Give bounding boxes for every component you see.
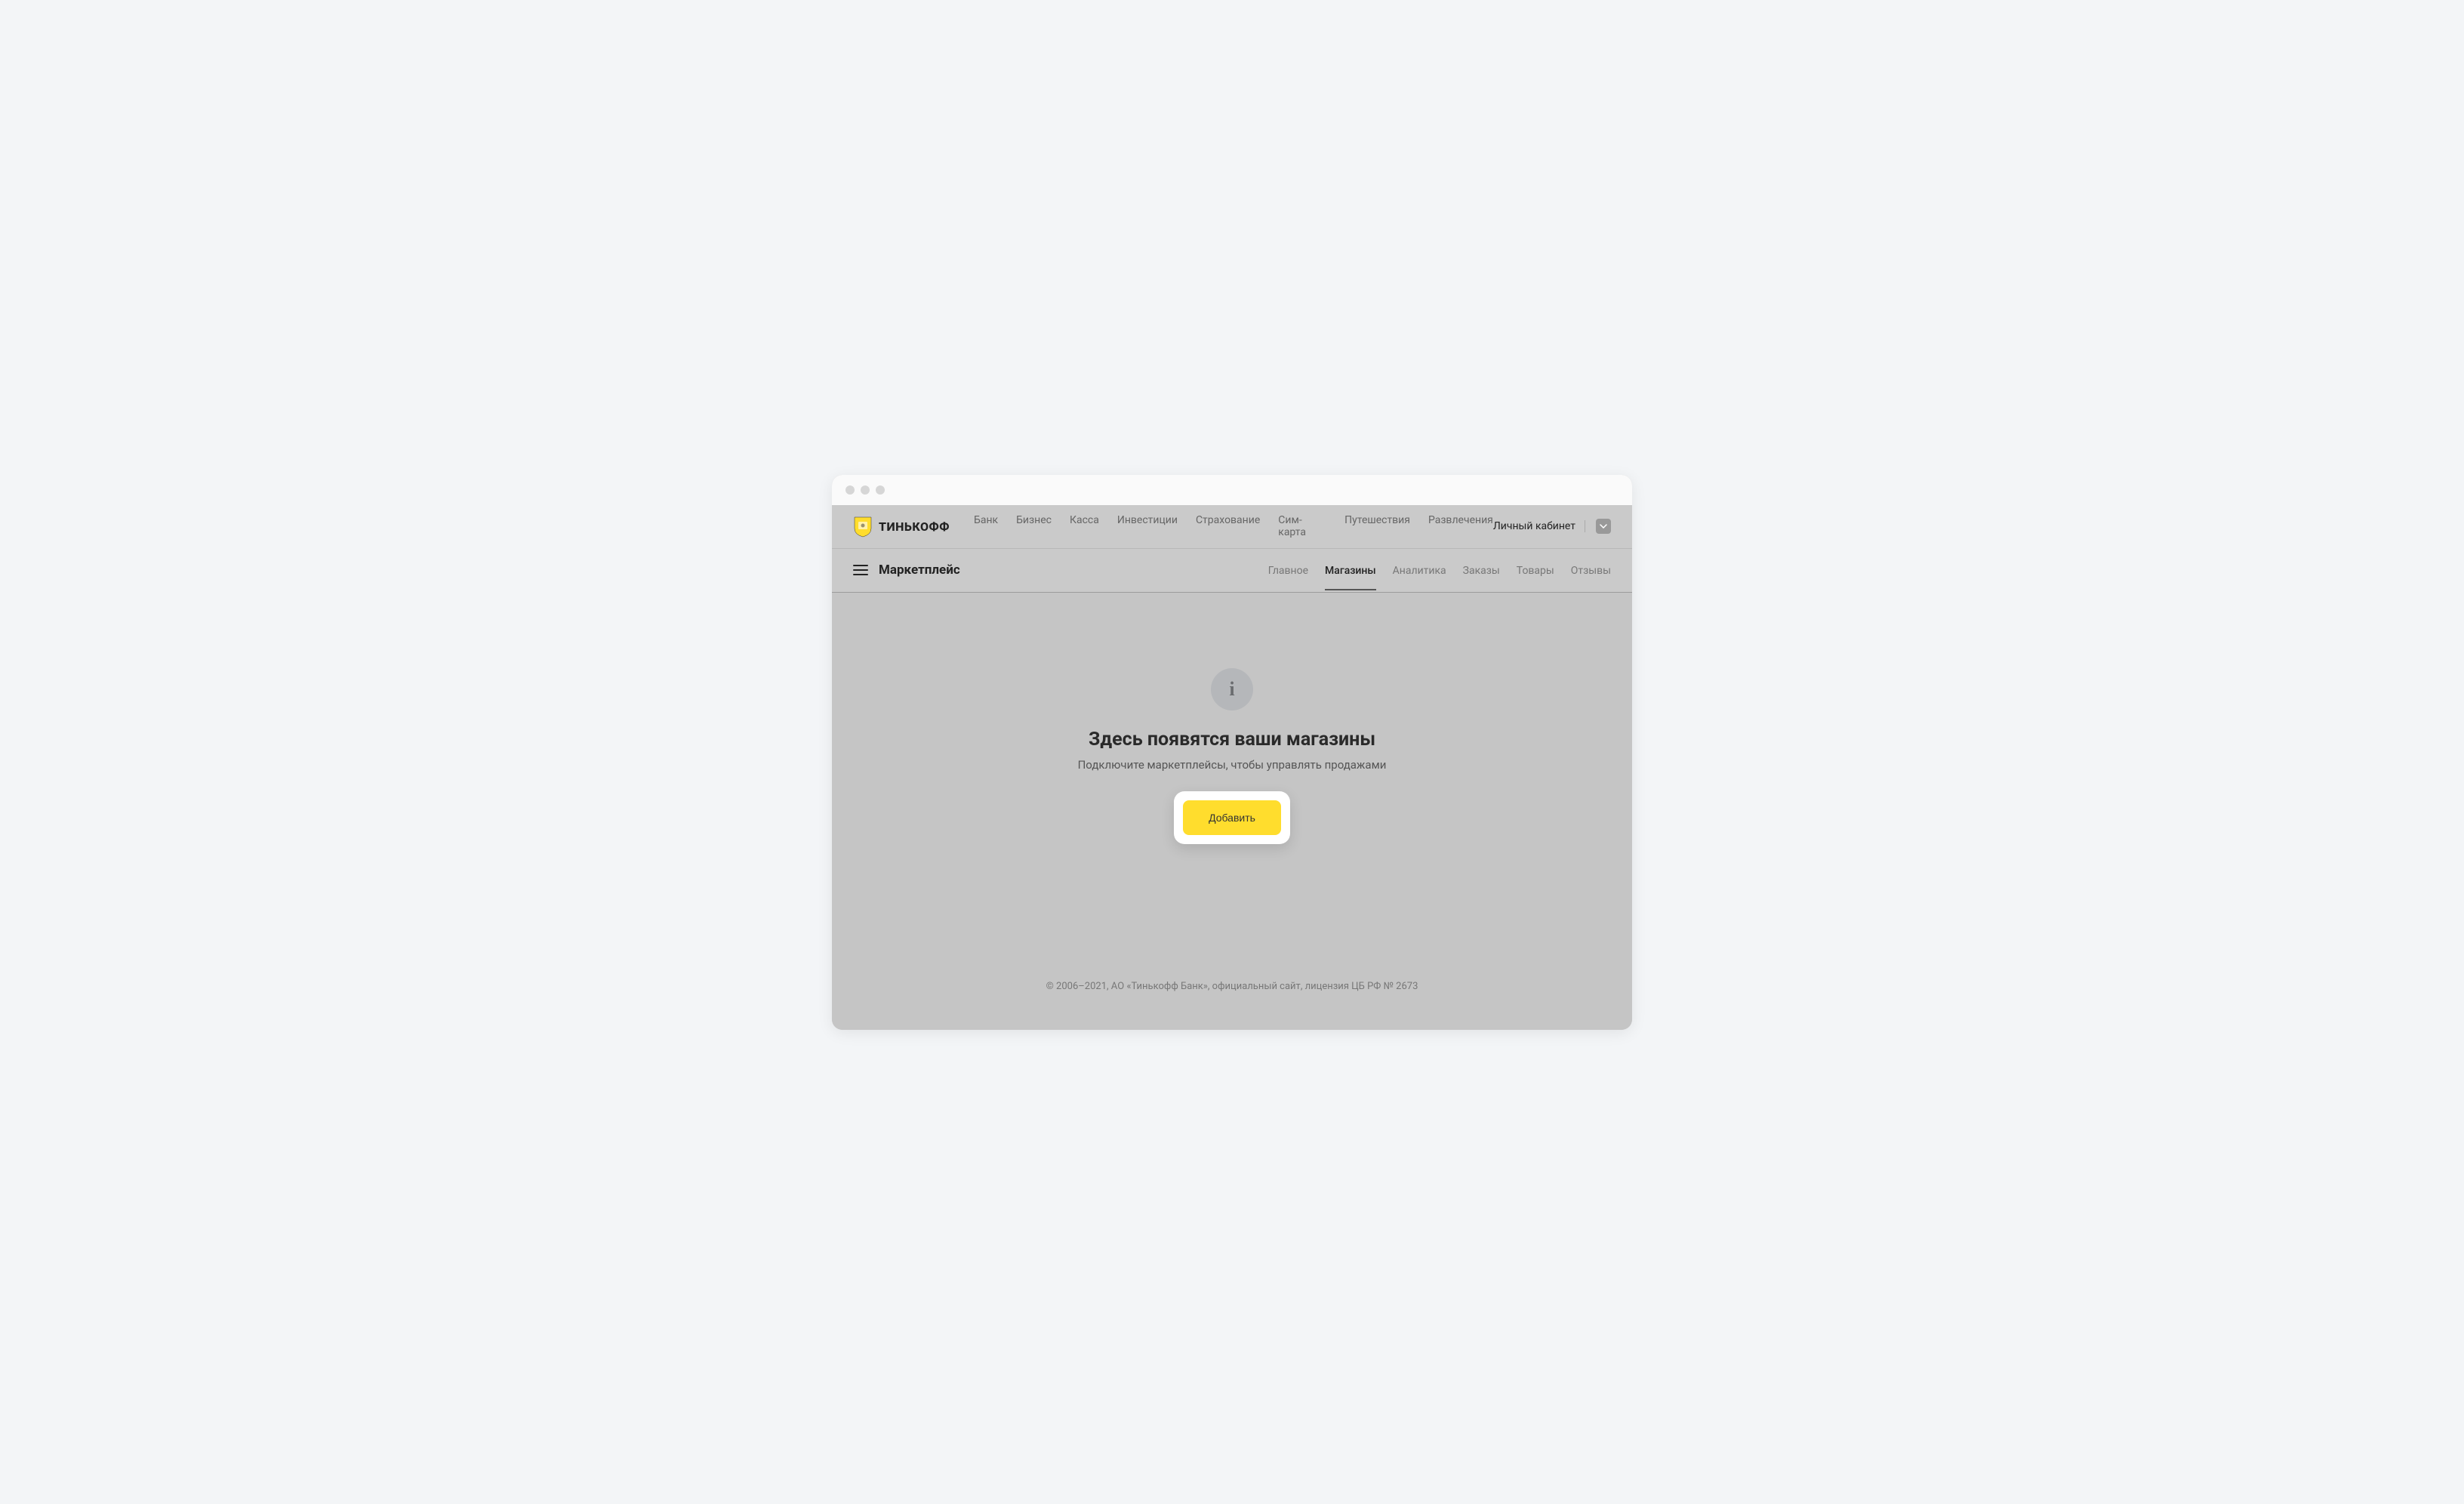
sub-nav-items: Главное Магазины Аналитика Заказы Товары…	[1268, 550, 1611, 590]
logo-shield-icon	[853, 515, 873, 538]
window-minimize-icon[interactable]	[861, 485, 870, 495]
section-title: Маркетплейс	[879, 562, 1268, 578]
dropdown-toggle[interactable]	[1596, 519, 1611, 534]
brand-logo[interactable]: ТИНЬКОФФ	[853, 515, 950, 538]
nav-entertainment[interactable]: Развлечения	[1428, 514, 1493, 538]
content-area: i Здесь появятся ваши магазины Подключит…	[832, 593, 1632, 955]
browser-window: ТИНЬКОФФ Банк Бизнес Касса Инвестиции Ст…	[832, 475, 1632, 1030]
chevron-down-icon	[1600, 524, 1607, 529]
nav-investments[interactable]: Инвестиции	[1117, 514, 1178, 538]
hamburger-menu-icon[interactable]	[853, 565, 868, 575]
info-icon: i	[1211, 668, 1253, 710]
add-button[interactable]: Добавить	[1183, 800, 1281, 835]
top-nav: ТИНЬКОФФ Банк Бизнес Касса Инвестиции Ст…	[832, 505, 1632, 549]
nav-sim[interactable]: Сим-карта	[1278, 514, 1326, 538]
window-maximize-icon[interactable]	[876, 485, 885, 495]
window-close-icon[interactable]	[845, 485, 855, 495]
tab-main[interactable]: Главное	[1268, 550, 1308, 590]
nav-insurance[interactable]: Страхование	[1196, 514, 1260, 538]
account-link[interactable]: Личный кабинет	[1493, 520, 1585, 532]
empty-state-subtitle: Подключите маркетплейсы, чтобы управлять…	[1078, 758, 1387, 772]
footer: © 2006–2021, АО «Тинькофф Банк», официал…	[832, 955, 1632, 1030]
tab-analytics[interactable]: Аналитика	[1393, 550, 1446, 590]
nav-travel[interactable]: Путешествия	[1344, 514, 1410, 538]
top-nav-right: Личный кабинет	[1493, 519, 1611, 534]
top-nav-items: Банк Бизнес Касса Инвестиции Страхование…	[974, 514, 1493, 538]
brand-name: ТИНЬКОФФ	[879, 519, 950, 534]
tab-shops[interactable]: Магазины	[1325, 550, 1376, 590]
tab-products[interactable]: Товары	[1517, 550, 1554, 590]
footer-copyright: © 2006–2021, АО «Тинькофф Банк», официал…	[1046, 981, 1418, 992]
empty-state-title: Здесь появятся ваши магазины	[1089, 729, 1375, 750]
browser-titlebar	[832, 475, 1632, 505]
nav-bank[interactable]: Банк	[974, 514, 998, 538]
button-highlight: Добавить	[1174, 791, 1290, 844]
tab-reviews[interactable]: Отзывы	[1571, 550, 1611, 590]
tab-orders[interactable]: Заказы	[1463, 550, 1500, 590]
nav-kassa[interactable]: Касса	[1070, 514, 1099, 538]
nav-business[interactable]: Бизнес	[1016, 514, 1052, 538]
sub-nav: Маркетплейс Главное Магазины Аналитика З…	[832, 549, 1632, 593]
